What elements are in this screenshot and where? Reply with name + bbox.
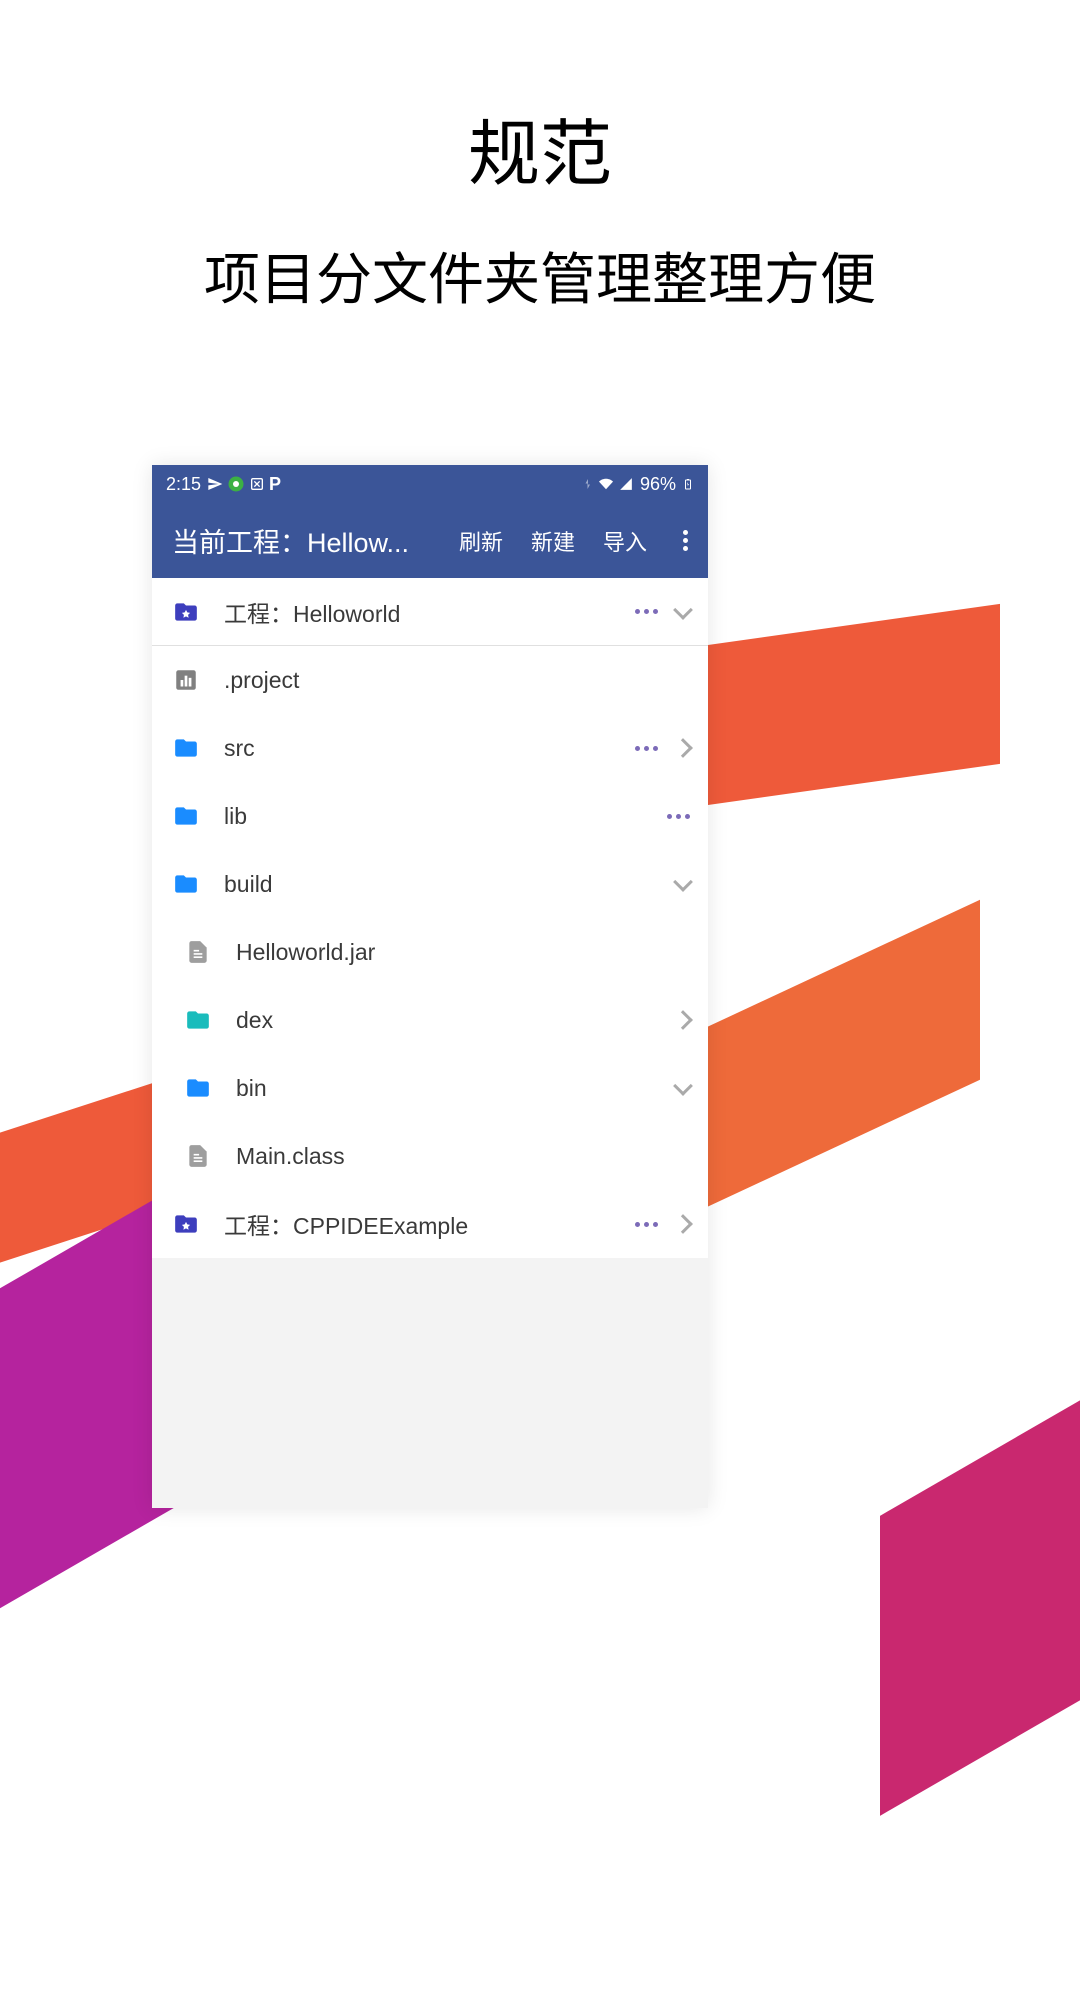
file-label: Main.class bbox=[236, 1143, 690, 1170]
status-bar: 2:15 P 96% bbox=[152, 465, 708, 503]
page-title: 规范 bbox=[0, 95, 1080, 200]
file-row[interactable]: Helloworld.jar bbox=[152, 918, 708, 986]
file-actions bbox=[676, 1083, 690, 1093]
file-row[interactable]: src bbox=[152, 714, 708, 782]
chevron-right-icon[interactable] bbox=[673, 1010, 693, 1030]
file-icon bbox=[182, 1143, 214, 1169]
create-button[interactable]: 新建 bbox=[531, 525, 575, 557]
file-label: src bbox=[224, 735, 635, 762]
chevron-down-icon[interactable] bbox=[673, 872, 693, 892]
phone-screenshot: 2:15 P 96% 当前工程：Hellow... 刷新 新建 导入 bbox=[152, 465, 708, 1508]
file-label: 工程：Helloworld bbox=[224, 595, 635, 629]
file-row[interactable]: build bbox=[152, 850, 708, 918]
file-icon bbox=[182, 939, 214, 965]
file-row[interactable]: 工程：CPPIDEExample bbox=[152, 1190, 708, 1258]
folder-icon bbox=[170, 871, 202, 897]
more-menu-icon[interactable] bbox=[683, 530, 688, 551]
app-bar-title: 当前工程：Hellow... bbox=[172, 521, 459, 560]
more-options-icon[interactable] bbox=[635, 609, 658, 614]
file-label: .project bbox=[224, 667, 690, 694]
folder-icon bbox=[170, 735, 202, 761]
more-options-icon[interactable] bbox=[635, 1222, 658, 1227]
file-label: 工程：CPPIDEExample bbox=[224, 1207, 635, 1241]
file-actions bbox=[635, 607, 690, 617]
more-options-icon[interactable] bbox=[667, 814, 690, 819]
status-notification-icons: P bbox=[207, 474, 281, 495]
decoration-shape bbox=[700, 604, 1000, 806]
file-actions bbox=[635, 741, 690, 755]
status-system-icons bbox=[582, 476, 634, 492]
chevron-down-icon[interactable] bbox=[673, 600, 693, 620]
app-bar: 当前工程：Hellow... 刷新 新建 导入 bbox=[152, 503, 708, 578]
chart-icon bbox=[170, 667, 202, 693]
file-row[interactable]: lib bbox=[152, 782, 708, 850]
file-list: 工程：Helloworld .project src lib build Hellowor… bbox=[152, 578, 708, 1258]
file-actions bbox=[635, 1217, 690, 1231]
folder-icon bbox=[182, 1075, 214, 1101]
file-actions bbox=[667, 814, 690, 819]
battery-icon bbox=[682, 475, 694, 493]
decoration-shape bbox=[700, 900, 980, 1211]
page-subtitle: 项目分文件夹管理整理方便 bbox=[0, 235, 1080, 316]
refresh-button[interactable]: 刷新 bbox=[459, 525, 503, 557]
status-battery: 96% bbox=[640, 474, 676, 495]
import-button[interactable]: 导入 bbox=[603, 525, 647, 557]
folder-icon bbox=[170, 803, 202, 829]
file-label: Helloworld.jar bbox=[236, 939, 690, 966]
folder-teal-icon bbox=[182, 1007, 214, 1033]
chevron-right-icon[interactable] bbox=[673, 738, 693, 758]
project-star-icon bbox=[170, 599, 202, 625]
status-time: 2:15 bbox=[166, 474, 201, 495]
file-label: build bbox=[224, 871, 676, 898]
file-actions bbox=[676, 1013, 690, 1027]
file-label: dex bbox=[236, 1007, 676, 1034]
file-label: bin bbox=[236, 1075, 676, 1102]
file-row[interactable]: .project bbox=[152, 646, 708, 714]
chevron-down-icon[interactable] bbox=[673, 1076, 693, 1096]
file-row[interactable]: dex bbox=[152, 986, 708, 1054]
decoration-shape bbox=[880, 1354, 1080, 1816]
blank-area bbox=[152, 1258, 708, 1508]
file-row[interactable]: bin bbox=[152, 1054, 708, 1122]
file-row[interactable]: Main.class bbox=[152, 1122, 708, 1190]
file-label: lib bbox=[224, 803, 667, 830]
more-options-icon[interactable] bbox=[635, 746, 658, 751]
project-star-icon bbox=[170, 1211, 202, 1237]
chevron-right-icon[interactable] bbox=[673, 1214, 693, 1234]
file-row[interactable]: 工程：Helloworld bbox=[152, 578, 708, 646]
file-actions bbox=[676, 879, 690, 889]
